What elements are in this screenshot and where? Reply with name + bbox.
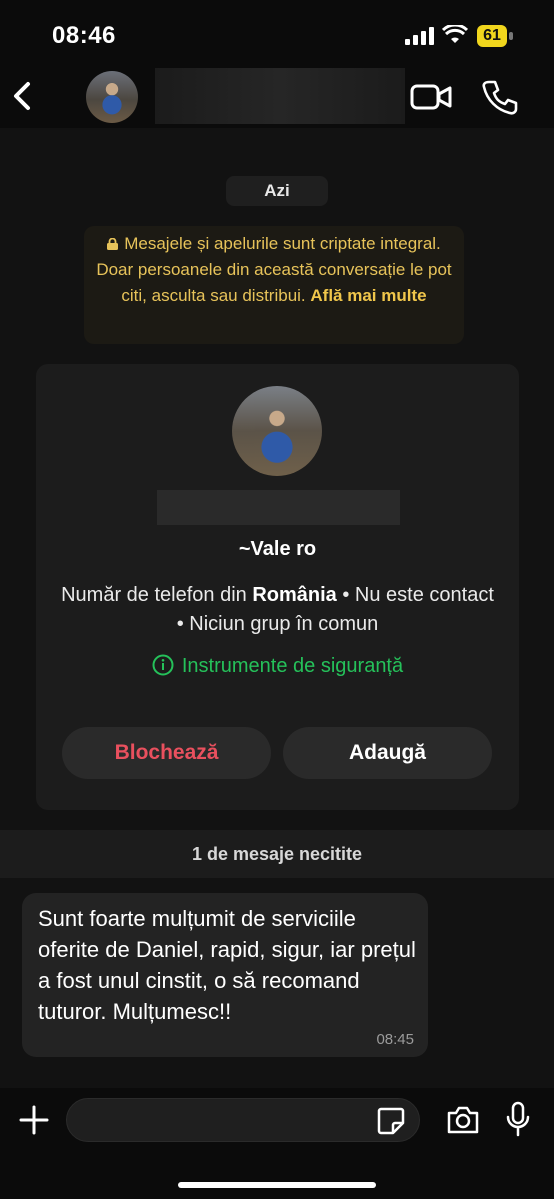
contact-name-redacted[interactable]: [155, 68, 405, 124]
safety-tools-link[interactable]: Instrumente de siguranță: [36, 654, 519, 678]
wifi-icon: [442, 25, 468, 43]
video-call-icon[interactable]: [410, 82, 452, 112]
add-contact-button[interactable]: Adaugă: [283, 727, 492, 779]
lock-icon: [107, 238, 119, 250]
chat-header: [0, 66, 554, 128]
contact-info-card: ~Vale ro Număr de telefon din România • …: [36, 364, 519, 810]
date-label: Azi: [226, 176, 328, 206]
camera-icon[interactable]: [446, 1104, 480, 1136]
message-time: 08:45: [376, 1031, 414, 1048]
redacted-phone: [157, 490, 400, 525]
contact-avatar[interactable]: [86, 71, 138, 123]
home-indicator: [178, 1182, 376, 1188]
unread-divider: 1 de mesaje necitite: [0, 830, 554, 878]
contact-name: ~Vale ro: [238, 538, 317, 560]
cellular-signal-icon: [405, 27, 434, 45]
status-bar: 08:46 61: [0, 0, 554, 66]
info-country: România: [252, 584, 337, 606]
battery-level: 61: [477, 25, 507, 47]
sticker-icon[interactable]: [376, 1106, 406, 1136]
message-bubble[interactable]: Sunt foarte mulțumit de serviciile oferi…: [22, 893, 428, 1057]
contact-details: Număr de telefon din România • Nu este c…: [61, 581, 494, 639]
plus-icon[interactable]: [18, 1104, 50, 1136]
contact-avatar-large[interactable]: [232, 386, 322, 476]
encryption-notice[interactable]: Mesajele și apelurile sunt criptate inte…: [84, 226, 464, 344]
message-input[interactable]: [66, 1098, 420, 1142]
composer-bar: [0, 1090, 554, 1199]
battery-icon: 61: [477, 25, 515, 47]
microphone-icon[interactable]: [505, 1101, 531, 1137]
safety-tools-label: Instrumente de siguranță: [181, 655, 404, 677]
block-button[interactable]: Blochează: [62, 727, 271, 779]
status-time: 08:46: [52, 22, 116, 49]
learn-more-link[interactable]: Află mai multe: [310, 286, 426, 305]
message-text: Sunt foarte mulțumit de serviciile oferi…: [38, 906, 416, 1024]
info-icon: [152, 654, 174, 676]
info-prefix: Număr de telefon din: [61, 584, 247, 606]
voice-call-icon[interactable]: [480, 78, 518, 116]
back-chevron-icon[interactable]: [8, 78, 38, 114]
